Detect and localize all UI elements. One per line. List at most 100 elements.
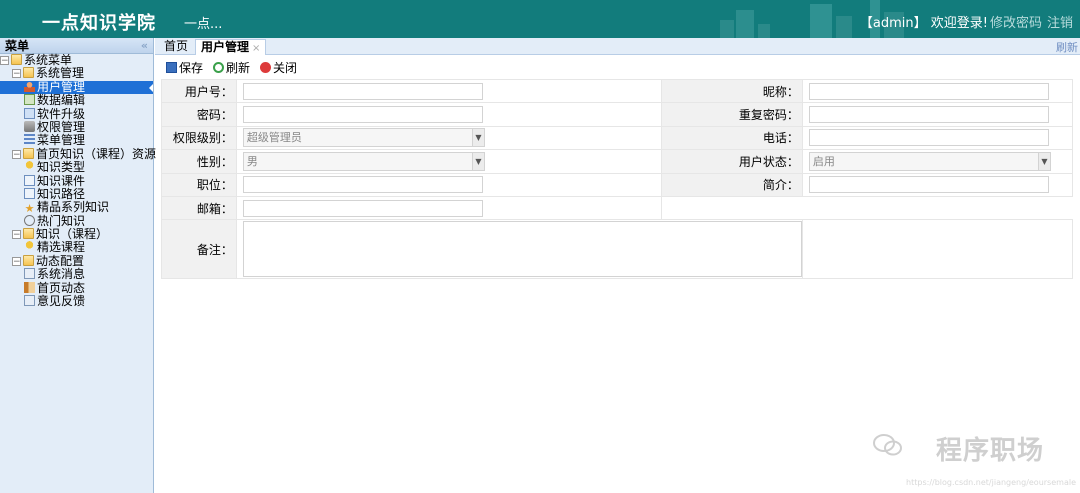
sidebar-item-label: 系统消息 (37, 267, 86, 282)
sidebar-menu: 菜单 « − 系统菜单 − 系统管理 用户管理 数据编辑 软件升级 权限管理 菜单管理 − 首页知识… (0, 38, 157, 493)
collapse-icon[interactable]: « (141, 38, 148, 54)
sidebar-item-label: 用户管理 (37, 79, 86, 94)
top-header: 一点知识学院 一点... 【admin】 欢迎登录! 修改密码 注销 (0, 0, 1080, 38)
tab-user-management[interactable]: 用户管理 × (195, 39, 267, 55)
wechat-icon (873, 434, 902, 456)
star-icon: ★ (24, 202, 35, 216)
status-label: 用户状态： (661, 149, 803, 174)
logout-link[interactable]: 注销 (1047, 12, 1073, 31)
tab-refresh-link[interactable]: 刷新 (1056, 39, 1078, 55)
save-button-label: 保存 (179, 61, 204, 75)
close-icon (260, 62, 271, 73)
sidebar-item[interactable]: 系统消息 (0, 268, 153, 281)
sidebar-item-label: 意见反馈 (37, 294, 86, 309)
sidebar-item[interactable]: 知识课件 (0, 173, 153, 188)
change-password-link[interactable]: 修改密码 (990, 12, 1042, 31)
sidebar-item-label: 精选课程 (37, 240, 86, 255)
phone-label: 电话： (661, 125, 803, 151)
sidebar-item-label: 动态配置 (36, 253, 85, 268)
nickname-input[interactable] (808, 82, 1049, 100)
intro-input[interactable] (808, 176, 1049, 194)
user-form: 用户号： 昵称： 密码： 重复密码： 权限级别： 超级管理员 ▼ 电话： 性别： … (161, 78, 1074, 280)
gender-label: 性别： (161, 149, 237, 174)
form-toolbar: 保存 刷新 关闭 (155, 57, 1080, 78)
user-id-input[interactable] (242, 82, 483, 100)
tab-user-management-label: 用户管理 (201, 40, 250, 54)
software-icon (24, 107, 35, 119)
phone-input[interactable] (808, 129, 1049, 147)
list-icon (24, 134, 35, 146)
sidebar-item-label: 知识类型 (37, 160, 86, 175)
save-button[interactable]: 保存 (166, 60, 203, 76)
sidebar-item[interactable]: 菜单管理 (0, 134, 153, 147)
folder-icon (23, 254, 34, 266)
permission-select[interactable]: 超级管理员 ▼ (242, 128, 485, 148)
user-icon (24, 80, 35, 92)
message-icon (24, 295, 35, 307)
refresh-icon (213, 62, 224, 73)
sidebar-item-label: 菜单管理 (37, 133, 86, 148)
remark-textarea[interactable] (242, 221, 802, 278)
gender-select[interactable]: 男 ▼ (242, 151, 485, 171)
expand-toggle-icon[interactable]: − (0, 56, 9, 66)
permission-label: 权限级别： (161, 125, 237, 151)
email-input[interactable] (242, 199, 483, 217)
repeat-password-label: 重复密码： (661, 102, 803, 127)
folder-icon (11, 54, 22, 65)
sidebar-item-label: 精品系列知识 (37, 200, 110, 215)
sidebar-item-label: 首页动态 (37, 280, 86, 295)
sidebar-item[interactable]: 知识路径 (0, 186, 153, 201)
chevron-down-icon: ▼ (471, 152, 484, 170)
expand-toggle-icon[interactable]: − (12, 149, 21, 159)
lock-icon (24, 120, 35, 132)
sidebar-item-label: 知识路径 (37, 186, 86, 201)
sidebar-item[interactable]: 精选课程 (0, 241, 153, 254)
expand-toggle-icon[interactable]: − (12, 256, 21, 266)
card-icon (24, 174, 35, 186)
app-subtitle: 一点... (184, 17, 223, 32)
sidebar-item[interactable]: − 系统管理 (0, 67, 153, 80)
folder-icon (23, 147, 34, 159)
tab-home[interactable]: 首页 (159, 39, 193, 55)
status-select[interactable]: 启用 ▼ (808, 151, 1051, 171)
welcome-text: 【admin】 欢迎登录! (859, 16, 988, 31)
book-icon (24, 281, 35, 293)
sidebar-title-label: 菜单 (5, 39, 30, 53)
sidebar-item[interactable]: 数据编辑 (0, 93, 153, 107)
sidebar-item[interactable]: ★ 精品系列知识 (0, 200, 153, 216)
sidebar-item-label: 知识课件 (37, 173, 86, 188)
tab-close-icon[interactable]: × (252, 43, 260, 54)
permission-value: 超级管理员 (246, 131, 302, 145)
intro-label: 简介： (661, 172, 803, 197)
repeat-password-input[interactable] (808, 106, 1049, 124)
position-input[interactable] (242, 176, 483, 194)
refresh-button-label: 刷新 (226, 61, 251, 75)
folder-icon (23, 228, 34, 240)
menu-tree: − 系统菜单 − 系统管理 用户管理 数据编辑 软件升级 权限管理 菜单管理 − 首页知识（课程）资… (0, 53, 157, 309)
sidebar-title: 菜单 « (0, 38, 153, 54)
close-button-label: 关闭 (273, 61, 298, 75)
password-input[interactable] (242, 106, 483, 124)
watermark-text: 程序职场 (935, 436, 1044, 466)
sidebar-item-label: 软件升级 (37, 106, 86, 121)
trophy-icon (24, 161, 35, 173)
expand-toggle-icon[interactable]: − (12, 69, 21, 79)
message-icon (24, 268, 35, 280)
refresh-button[interactable]: 刷新 (213, 60, 250, 76)
sidebar-item-label: 系统菜单 (24, 53, 73, 67)
chevron-down-icon: ▼ (471, 129, 484, 147)
sidebar-item-label: 知识（课程） (36, 227, 109, 242)
card-icon (24, 187, 35, 199)
expand-toggle-icon[interactable]: − (12, 230, 21, 240)
search-icon (24, 214, 35, 226)
sidebar-item-label: 首页知识（课程）资源 (36, 146, 157, 161)
sidebar-item[interactable]: 知识类型 (0, 160, 153, 175)
close-button[interactable]: 关闭 (260, 60, 297, 76)
sidebar-item[interactable]: − 首页知识（课程）资源 (0, 146, 157, 161)
chevron-down-icon: ▼ (1037, 152, 1050, 170)
sidebar-item[interactable]: 意见反馈 (0, 294, 153, 309)
sidebar-item[interactable]: 软件升级 (0, 106, 153, 121)
folder-icon (23, 67, 34, 79)
trophy-icon (24, 241, 35, 253)
email-label: 邮箱： (161, 195, 237, 221)
